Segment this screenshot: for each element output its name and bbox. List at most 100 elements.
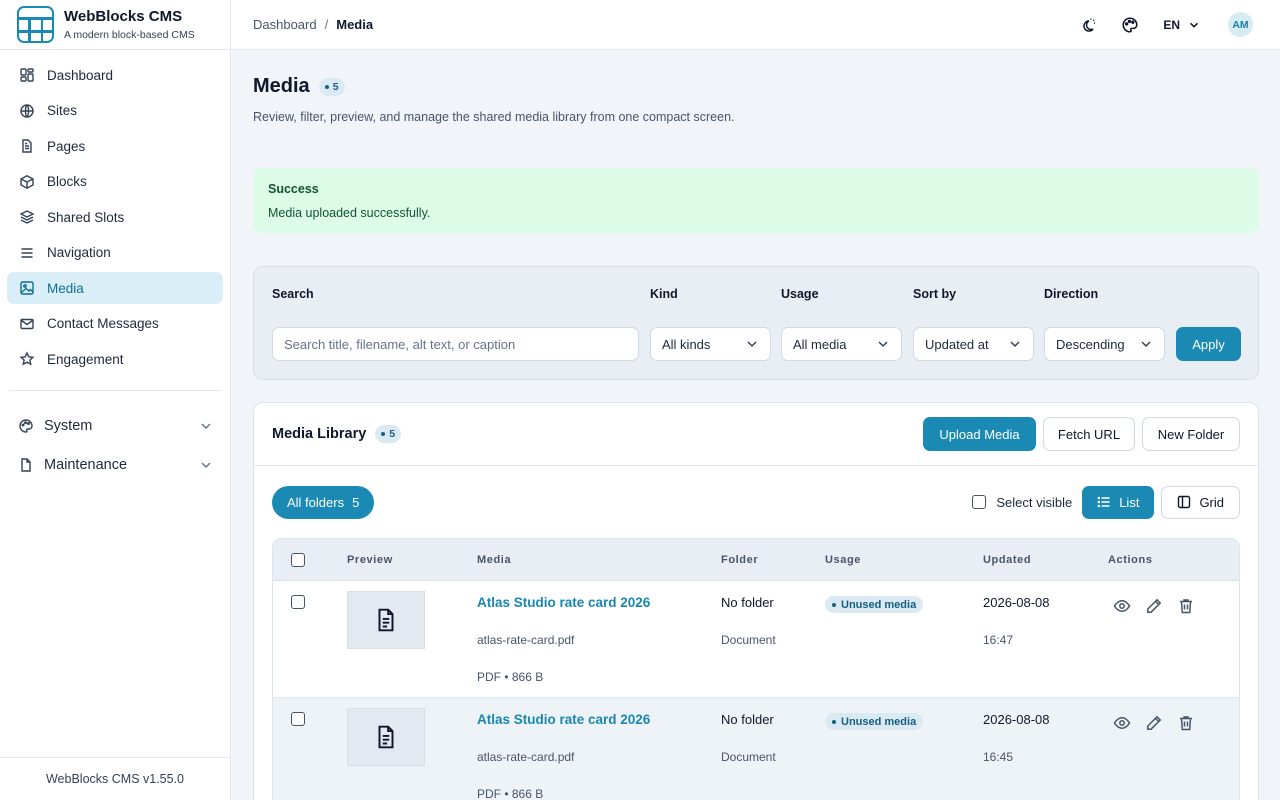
updated-time: 16:47 xyxy=(983,633,1014,647)
media-preview[interactable] xyxy=(347,708,425,766)
media-folder: No folder xyxy=(721,595,774,610)
main-content: Media 5 Review, filter, preview, and man… xyxy=(231,50,1280,800)
menu-icon xyxy=(21,247,33,258)
delete-icon[interactable] xyxy=(1177,714,1195,732)
direction-label: Direction xyxy=(1044,287,1099,301)
sidebar-nav: Dashboard Sites Pages Blocks Shared Slot… xyxy=(0,50,230,375)
media-preview[interactable] xyxy=(347,591,425,649)
sidebar-item-pages[interactable]: Pages xyxy=(7,130,223,162)
direction-select[interactable]: Descending xyxy=(1044,327,1165,361)
language-select[interactable]: EN xyxy=(1163,18,1200,32)
palette-icon xyxy=(19,419,33,433)
library-title: Media Library xyxy=(272,426,367,442)
media-title-link[interactable]: Atlas Studio rate card 2026 xyxy=(477,712,650,727)
column-header: Updated xyxy=(983,554,1032,566)
kind-select[interactable]: All kinds xyxy=(650,327,771,361)
select-visible-toggle[interactable]: Select visible xyxy=(972,495,1072,510)
layers-icon xyxy=(19,210,35,224)
breadcrumb: Dashboard / Media xyxy=(253,17,1077,32)
image-icon xyxy=(20,281,34,295)
sidebar-item-label: Dashboard xyxy=(47,67,114,83)
row-checkbox[interactable] xyxy=(291,712,305,726)
version-label: WebBlocks CMS v1.55.0 xyxy=(0,757,230,800)
media-title-link[interactable]: Atlas Studio rate card 2026 xyxy=(477,595,650,610)
sidebar-item-label: Blocks xyxy=(47,174,87,189)
globe-icon xyxy=(20,103,34,118)
sidebar-item-shared-slots[interactable]: Shared Slots xyxy=(7,201,223,233)
dashboard-icon xyxy=(20,68,34,82)
page-title: Media xyxy=(253,75,310,97)
breadcrumb-separator: / xyxy=(324,17,329,32)
breadcrumb-current: Media xyxy=(336,17,374,32)
chevron-down-icon xyxy=(201,462,211,469)
fetch-url-button[interactable]: Fetch URL xyxy=(1043,417,1135,451)
sidebar-item-engagement[interactable]: Engagement xyxy=(7,343,223,375)
file-icon xyxy=(21,458,31,472)
mail-icon xyxy=(20,318,34,329)
chevron-down-icon xyxy=(201,423,211,430)
language-label: EN xyxy=(1163,17,1180,32)
select-visible-checkbox[interactable] xyxy=(972,495,987,509)
sidebar-group-label: Maintenance xyxy=(44,457,128,473)
sidebar-item-blocks[interactable]: Blocks xyxy=(7,166,223,198)
table-row: Atlas Studio rate card 2026 atlas-rate-c… xyxy=(273,581,1239,698)
usage-select[interactable]: All media xyxy=(781,327,902,361)
grid-view-button[interactable]: Grid xyxy=(1161,485,1240,519)
cube-icon xyxy=(20,174,34,189)
sidebar-item-dashboard[interactable]: Dashboard xyxy=(7,59,223,91)
star-icon xyxy=(19,351,35,366)
sidebar-item-label: Media xyxy=(47,280,84,296)
upload-media-button[interactable]: Upload Media xyxy=(923,417,1036,451)
view-icon[interactable] xyxy=(1113,597,1131,615)
usage-badge: Unused media xyxy=(825,596,924,613)
media-folder: No folder xyxy=(721,712,774,727)
media-count-badge: 5 xyxy=(318,77,345,96)
table-header: Preview Media Folder Usage Updated Actio… xyxy=(273,539,1239,581)
breadcrumb-dashboard[interactable]: Dashboard xyxy=(253,17,317,32)
sidebar-group-maintenance[interactable]: Maintenance xyxy=(7,447,223,483)
row-checkbox[interactable] xyxy=(291,595,305,609)
search-input[interactable]: Search title, filename, alt text, or cap… xyxy=(272,327,639,361)
new-folder-button[interactable]: New Folder xyxy=(1142,417,1240,451)
edit-icon[interactable] xyxy=(1145,597,1163,615)
brand-title: WebBlocks CMS xyxy=(64,8,183,25)
delete-icon[interactable] xyxy=(1177,597,1195,615)
brand-subtitle: A modern block-based CMS xyxy=(64,29,195,41)
column-header: Actions xyxy=(1108,554,1153,566)
chevron-down-icon xyxy=(1141,341,1151,348)
alert-message: Media uploaded successfully. xyxy=(268,206,431,220)
filter-panel: Search Kind Usage Sort by Direction Sear… xyxy=(253,266,1259,380)
top-bar: Dashboard / Media EN AM xyxy=(231,0,1280,50)
all-folders-chip[interactable]: All folders 5 xyxy=(272,485,375,519)
media-library-panel: Media Library 5 Upload Media Fetch URL N… xyxy=(253,402,1259,800)
sort-label: Sort by xyxy=(913,287,957,301)
sort-select[interactable]: Updated at xyxy=(913,327,1034,361)
page-icon xyxy=(22,139,32,153)
grid-icon xyxy=(1178,495,1191,509)
select-all-checkbox[interactable] xyxy=(291,553,305,567)
apply-button[interactable]: Apply xyxy=(1176,327,1241,361)
list-view-button[interactable]: List xyxy=(1082,485,1155,519)
column-header: Folder xyxy=(721,554,759,566)
column-header: Preview xyxy=(347,554,393,566)
sidebar-item-label: Contact Messages xyxy=(47,316,159,331)
palette-button[interactable] xyxy=(1119,14,1141,36)
media-meta: PDF • 866 B xyxy=(477,787,544,800)
sidebar-item-label: Sites xyxy=(47,103,78,118)
sidebar-item-media[interactable]: Media xyxy=(7,272,223,304)
avatar[interactable]: AM xyxy=(1228,12,1253,37)
list-icon xyxy=(1097,496,1110,508)
media-meta: PDF • 866 B xyxy=(477,670,544,684)
edit-icon[interactable] xyxy=(1145,714,1163,732)
theme-toggle-button[interactable] xyxy=(1077,14,1099,36)
sidebar-item-contact-messages[interactable]: Contact Messages xyxy=(7,308,223,340)
sidebar-item-sites[interactable]: Sites xyxy=(7,95,223,127)
updated-time: 16:45 xyxy=(983,750,1014,764)
view-icon[interactable] xyxy=(1113,714,1131,732)
usage-badge: Unused media xyxy=(825,713,924,730)
brand[interactable]: WebBlocks CMS A modern block-based CMS xyxy=(0,0,230,50)
sidebar-item-label: Navigation xyxy=(47,245,111,260)
sidebar-item-label: Shared Slots xyxy=(47,209,125,225)
sidebar-group-system[interactable]: System xyxy=(7,408,223,444)
sidebar-item-navigation[interactable]: Navigation xyxy=(7,237,223,269)
